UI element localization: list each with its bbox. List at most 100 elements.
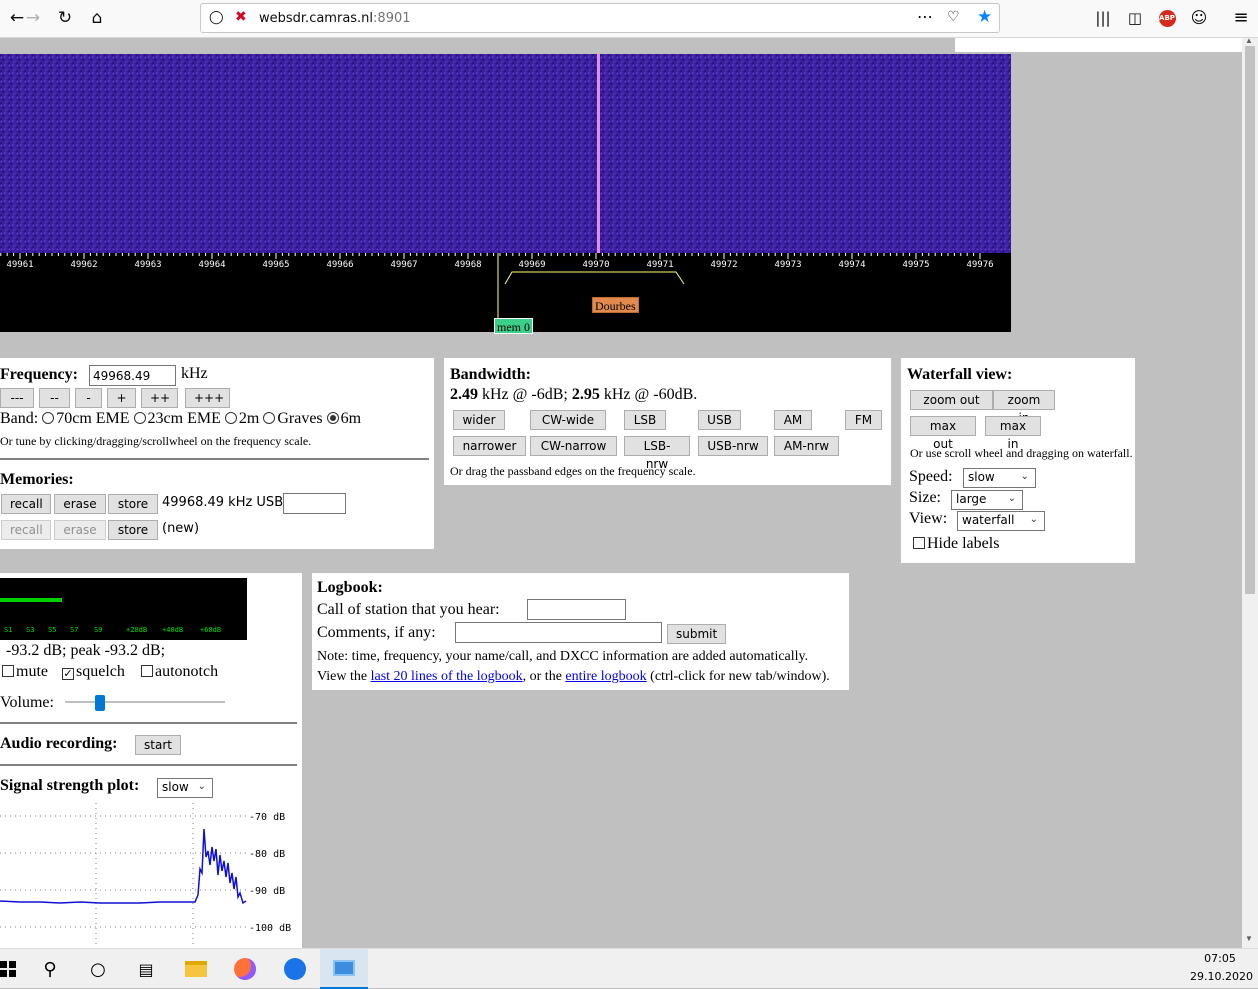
store-new-button[interactable]: store bbox=[108, 520, 158, 540]
lsb-narrow-button[interactable]: LSB-nrw bbox=[624, 436, 690, 471]
checkbox-checked-icon[interactable]: ✓ bbox=[62, 668, 74, 680]
chevron-down-icon[interactable]: ⌄ bbox=[1021, 471, 1029, 482]
sidebar-icon[interactable]: ◫ bbox=[1120, 4, 1150, 32]
hide-labels-checkbox[interactable]: Hide labels bbox=[913, 535, 999, 553]
chevron-down-icon[interactable]: ⌄ bbox=[1030, 514, 1038, 525]
frequency-input[interactable] bbox=[89, 365, 176, 386]
home-icon[interactable]: ⌂ bbox=[82, 4, 112, 32]
cw-narrow-button[interactable]: CW-narrow bbox=[530, 436, 617, 456]
adblock-icon[interactable]: ABP bbox=[1152, 4, 1182, 32]
lsb-button[interactable]: LSB bbox=[624, 410, 666, 430]
fm-button[interactable]: FM bbox=[845, 410, 882, 430]
bookmark-star-icon[interactable]: ★ bbox=[977, 7, 992, 27]
plot-speed-select[interactable]: slow ⌄ bbox=[157, 778, 213, 798]
reload-icon[interactable]: ↻ bbox=[50, 4, 80, 32]
step-up-2-button[interactable]: ++ bbox=[141, 388, 178, 408]
volume-thumb[interactable] bbox=[95, 695, 105, 711]
clock-date[interactable]: 29.10.2020 bbox=[1190, 970, 1253, 983]
page-actions-icon[interactable]: ⋯ bbox=[917, 7, 933, 26]
erase-button[interactable]: erase bbox=[54, 494, 106, 514]
speed-select[interactable]: slow ⌄ bbox=[963, 468, 1036, 488]
scrollbar-thumb[interactable] bbox=[1245, 46, 1255, 594]
zoom-in-button[interactable]: zoom in bbox=[993, 390, 1055, 425]
radio-icon[interactable] bbox=[224, 412, 237, 424]
zoom-out-button[interactable]: zoom out bbox=[910, 390, 993, 410]
passband-indicator[interactable] bbox=[504, 271, 685, 285]
comments-input[interactable] bbox=[455, 622, 662, 643]
checkbox-icon[interactable] bbox=[913, 537, 925, 549]
band-graves[interactable]: Graves bbox=[263, 410, 323, 427]
recall-button[interactable]: recall bbox=[1, 494, 51, 514]
chevron-down-icon[interactable]: ⌄ bbox=[198, 781, 206, 792]
step-down-1-button[interactable]: - bbox=[75, 388, 102, 408]
url-bar[interactable]: ◯ ✖ websdr.camras.nl:8901 ⋯ ♡ ★ bbox=[200, 3, 1000, 33]
s-meter-label: S9 bbox=[94, 626, 103, 634]
narrower-button[interactable]: narrower bbox=[453, 436, 526, 456]
station-label[interactable]: Dourbes bbox=[592, 297, 639, 313]
task-view-icon[interactable]: ▤ bbox=[122, 949, 170, 989]
mute-checkbox[interactable]: mute bbox=[2, 663, 48, 681]
last-20-lines-link[interactable]: last 20 lines of the logbook bbox=[371, 669, 523, 684]
view-select[interactable]: waterfall ⌄ bbox=[957, 511, 1045, 531]
usb-narrow-button[interactable]: USB-nrw bbox=[698, 436, 768, 456]
thunderbird-icon[interactable] bbox=[271, 949, 319, 989]
usb-button[interactable]: USB bbox=[698, 410, 741, 430]
band-6m[interactable]: 6m bbox=[326, 410, 361, 427]
waterfall-svg[interactable]: 49961 49962 49963 49964 49965 49966 49967 49968… bbox=[0, 54, 1011, 332]
max-in-button[interactable]: max in bbox=[985, 416, 1041, 451]
volume-slider[interactable] bbox=[65, 693, 225, 711]
insecure-lock-icon[interactable]: ✖ bbox=[235, 9, 247, 25]
account-icon[interactable]: ☺ bbox=[1184, 4, 1214, 32]
entire-logbook-link[interactable]: entire logbook bbox=[565, 669, 646, 684]
radio-icon[interactable] bbox=[263, 412, 276, 424]
signal-readout: -93.2 dB; peak -93.2 dB; bbox=[6, 642, 166, 659]
size-select[interactable]: large ⌄ bbox=[951, 490, 1023, 510]
start-recording-button[interactable]: start bbox=[135, 735, 181, 755]
am-button[interactable]: AM bbox=[774, 410, 812, 430]
submit-button[interactable]: submit bbox=[667, 624, 726, 644]
pocket-icon[interactable]: ♡ bbox=[947, 9, 960, 25]
shield-icon[interactable]: ◯ bbox=[209, 10, 224, 25]
radio-icon[interactable] bbox=[133, 412, 146, 424]
memory-name-input[interactable] bbox=[283, 493, 346, 514]
band-2m[interactable]: 2m bbox=[224, 410, 259, 427]
step-up-1-button[interactable]: + bbox=[107, 388, 136, 408]
url-text[interactable]: websdr.camras.nl:8901 bbox=[259, 11, 411, 26]
firefox-icon[interactable] bbox=[221, 949, 269, 989]
forward-icon[interactable]: → bbox=[18, 4, 48, 32]
autonotch-checkbox[interactable]: autonotch bbox=[141, 663, 218, 681]
memory-new-info: (new) bbox=[162, 521, 200, 536]
band-23cm[interactable]: 23cm EME bbox=[133, 410, 221, 427]
radio-icon[interactable] bbox=[42, 412, 55, 424]
scroll-down-icon[interactable]: ▼ bbox=[1245, 934, 1253, 943]
squelch-checkbox[interactable]: ✓ squelch bbox=[62, 663, 125, 681]
checkbox-icon[interactable] bbox=[2, 665, 14, 677]
band-70cm[interactable]: 70cm EME bbox=[42, 410, 130, 427]
websdr-app-icon[interactable] bbox=[320, 949, 368, 989]
step-down-2-button[interactable]: -- bbox=[39, 388, 70, 408]
step-down-3-button[interactable]: --- bbox=[0, 388, 34, 408]
call-label: Call of station that you hear: bbox=[317, 601, 500, 618]
call-input[interactable] bbox=[527, 599, 626, 620]
scroll-up-icon[interactable]: ▲ bbox=[1245, 36, 1253, 45]
frequency-scale[interactable]: 49961 49962 49963 49964 49965 49966 49967 49968… bbox=[0, 253, 994, 270]
page-scrollbar[interactable]: ▲ ▼ bbox=[1242, 36, 1258, 948]
store-button[interactable]: store bbox=[108, 494, 158, 514]
frequency-unit: kHz bbox=[181, 365, 208, 382]
am-narrow-button[interactable]: AM-nrw bbox=[774, 436, 839, 456]
radio-selected-icon[interactable] bbox=[326, 412, 339, 424]
wider-button[interactable]: wider bbox=[453, 410, 505, 430]
library-icon[interactable]: ||| bbox=[1088, 4, 1118, 32]
menu-icon[interactable]: ≡ bbox=[1226, 4, 1256, 32]
max-out-button[interactable]: max out bbox=[910, 416, 976, 451]
checkbox-icon[interactable] bbox=[141, 665, 153, 677]
file-explorer-icon[interactable] bbox=[172, 949, 220, 989]
waterfall-display[interactable]: 49961 49962 49963 49964 49965 49966 49967 49968… bbox=[0, 54, 1011, 334]
memory-label[interactable]: mem 0 bbox=[494, 318, 533, 334]
cw-wide-button[interactable]: CW-wide bbox=[530, 410, 606, 430]
clock-time[interactable]: 07:05 bbox=[1190, 952, 1250, 965]
search-icon[interactable]: ⚲ bbox=[26, 949, 74, 989]
step-up-3-button[interactable]: +++ bbox=[185, 388, 230, 408]
cortana-icon[interactable]: ○ bbox=[74, 949, 122, 989]
chevron-down-icon[interactable]: ⌄ bbox=[1008, 493, 1016, 504]
